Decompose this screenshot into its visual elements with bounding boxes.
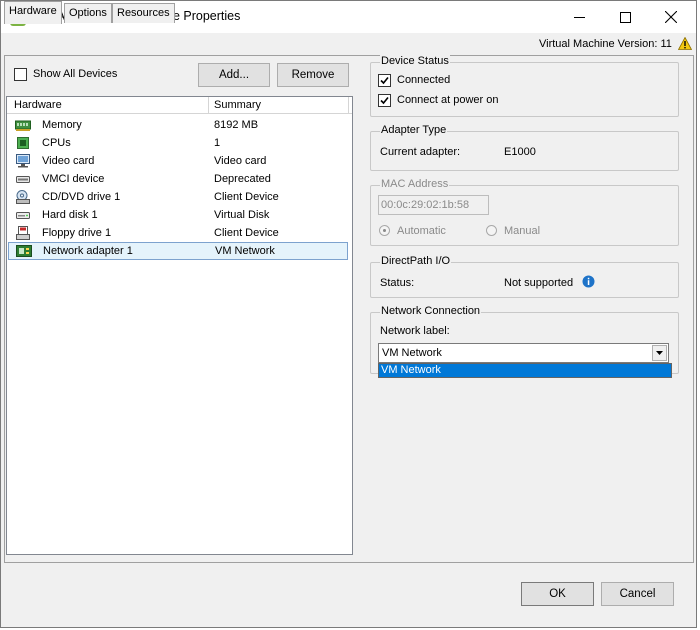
hardware-summary: Video card	[214, 155, 267, 167]
add-device-button[interactable]: Add...	[198, 63, 270, 87]
network-label-dropdown[interactable]: VM Network	[378, 343, 669, 363]
adapter-type-title: Adapter Type	[380, 124, 448, 136]
dropdown-arrow-button[interactable]	[652, 345, 667, 361]
hardware-name: Network adapter 1	[43, 245, 133, 257]
hardware-row-floppy-drive[interactable]: Floppy drive 1 Client Device	[7, 224, 347, 242]
maximize-icon	[619, 11, 631, 23]
network-label-options-list[interactable]: VM Network	[378, 363, 672, 378]
connect-at-power-on-checkbox[interactable]	[378, 94, 391, 107]
device-status-title: Device Status	[380, 55, 450, 67]
hardware-row-vmci-device[interactable]: VMCI device Deprecated	[7, 170, 347, 188]
hardware-name: VMCI device	[42, 173, 105, 185]
check-mark-icon	[380, 76, 389, 85]
cancel-button[interactable]: Cancel	[601, 582, 674, 606]
hardware-summary: VM Network	[215, 245, 275, 257]
hardware-name: Floppy drive 1	[42, 227, 112, 239]
hard-disk-icon	[16, 212, 30, 219]
tab-options[interactable]: Options	[64, 3, 112, 23]
hardware-row-network-adapter[interactable]: Network adapter 1 VM Network	[8, 242, 348, 260]
hardware-name: Video card	[42, 155, 95, 167]
show-all-devices-label: Show All Devices	[33, 68, 118, 80]
hardware-row-cd-dvd-drive[interactable]: CD/DVD drive 1 Client Device	[7, 188, 347, 206]
check-mark-icon	[380, 96, 389, 105]
mac-address-title: MAC Address	[380, 178, 450, 190]
tab-resources[interactable]: Resources	[112, 3, 175, 23]
cd-dvd-drive-icon	[16, 190, 30, 204]
minimize-button[interactable]	[556, 1, 602, 33]
hardware-name: CPUs	[42, 137, 71, 149]
column-header-summary[interactable]: Summary	[214, 99, 261, 111]
device-status-group: Device Status	[370, 55, 679, 117]
network-option-vm-network[interactable]: VM Network	[379, 364, 671, 377]
maximize-button[interactable]	[602, 1, 648, 33]
vmci-device-icon	[16, 176, 30, 183]
network-adapter-icon	[16, 245, 32, 257]
automatic-mac-radio[interactable]	[379, 225, 390, 236]
hardware-summary: 1	[214, 137, 221, 149]
vm-version-label: Virtual Machine Version: 11	[539, 38, 672, 50]
manual-mac-label: Manual	[504, 225, 541, 237]
hardware-list-header: Hardware Summary	[7, 97, 352, 114]
hardware-name: Memory	[42, 119, 82, 131]
directpath-status-label: Status:	[380, 277, 415, 289]
remove-device-button[interactable]: Remove	[277, 63, 349, 87]
connect-at-power-on-label: Connect at power on	[397, 94, 499, 106]
close-icon	[665, 11, 677, 23]
tab-hardware[interactable]: Hardware	[4, 1, 62, 24]
connected-checkbox[interactable]	[378, 74, 391, 87]
hardware-summary: Virtual Disk	[214, 209, 270, 221]
chevron-down-icon	[656, 351, 663, 355]
minimize-icon	[573, 16, 585, 18]
hardware-summary: 8192 MB	[214, 119, 259, 131]
cpu-icon	[17, 137, 29, 149]
hardware-row-video-card[interactable]: Video card Video card	[7, 152, 347, 170]
hardware-row-memory[interactable]: Memory 8192 MB	[7, 116, 347, 134]
column-divider[interactable]	[348, 97, 349, 113]
ok-button[interactable]: OK	[521, 582, 594, 606]
warning-icon[interactable]	[678, 37, 692, 50]
automatic-mac-label: Automatic	[397, 225, 446, 237]
properties-window: CASAVM - Virtual Machine Properties Hard…	[0, 0, 697, 628]
connected-label: Connected	[397, 74, 451, 86]
hardware-name: Hard disk 1	[42, 209, 98, 221]
hardware-summary: Client Device	[214, 227, 279, 239]
mac-address-field[interactable]: 00:0c:29:02:1b:58	[378, 195, 489, 215]
current-adapter-label: Current adapter:	[380, 146, 461, 158]
hardware-name: CD/DVD drive 1	[42, 191, 121, 203]
hardware-summary: Client Device	[214, 191, 279, 203]
show-all-devices-checkbox[interactable]	[14, 68, 27, 81]
network-connection-title: Network Connection	[380, 305, 482, 317]
hardware-list[interactable]: Hardware Summary Memory 8192 MB CPUs 1 V…	[6, 96, 353, 555]
directpath-status-value: Not supported	[504, 277, 574, 289]
hardware-row-hard-disk[interactable]: Hard disk 1 Virtual Disk	[7, 206, 347, 224]
manual-mac-radio[interactable]	[486, 225, 497, 236]
close-button[interactable]	[648, 1, 694, 33]
video-card-icon	[16, 154, 30, 168]
floppy-drive-icon	[16, 226, 30, 240]
directpath-title: DirectPath I/O	[380, 255, 452, 267]
radio-selected-dot	[383, 229, 386, 232]
memory-icon	[15, 120, 31, 131]
network-label-caption: Network label:	[380, 325, 450, 337]
network-label-selected-value: VM Network	[382, 347, 442, 359]
column-header-hardware[interactable]: Hardware	[14, 99, 62, 111]
column-divider[interactable]	[208, 97, 209, 113]
hardware-row-cpus[interactable]: CPUs 1	[7, 134, 347, 152]
current-adapter-value: E1000	[504, 146, 536, 158]
info-icon[interactable]	[582, 275, 595, 288]
hardware-summary: Deprecated	[214, 173, 271, 185]
